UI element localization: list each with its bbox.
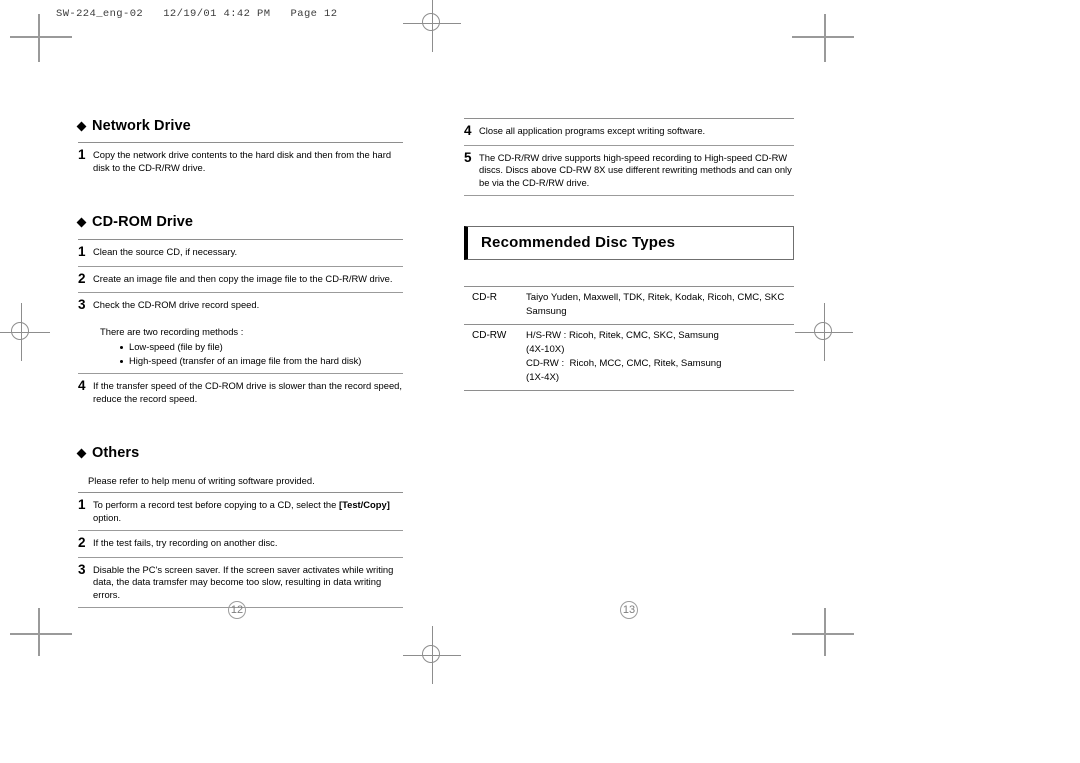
others-note: Please refer to help menu of writing sof… (88, 474, 315, 486)
recommended-disc-types-table: CD-R Taiyo Yuden, Maxwell, TDK, Ritek, K… (464, 286, 794, 391)
list-item-number: 4 (464, 123, 472, 138)
list-item: 4 If the transfer speed of the CD-ROM dr… (78, 374, 403, 411)
table-cell-line: (1X-4X) (526, 371, 560, 383)
page-number-left: 12 (228, 601, 246, 619)
section-heading-others: Others (76, 445, 403, 462)
list-item: 2 Create an image file and then copy the… (78, 267, 403, 293)
registration-mark-vertical (431, 0, 433, 52)
list-item: 3 Check the CD-ROM drive record speed. (78, 293, 403, 319)
diamond-bullet-icon (76, 448, 87, 459)
registration-mark-bottom (403, 626, 461, 684)
list-item-text: If the transfer speed of the CD-ROM driv… (93, 380, 402, 404)
list-item-number: 3 (78, 297, 86, 313)
table-cell-brands: H/S-RW : Ricoh, Ritek, CMC, SKC, Samsung… (526, 329, 794, 385)
list-item-text: Close all application programs except wr… (479, 125, 706, 136)
registration-mark-left (0, 303, 50, 361)
crop-mark-bottom-left-vertical (38, 608, 40, 656)
list-item: High-speed (transfer of an image file fr… (120, 354, 403, 368)
list-item-number: 2 (78, 535, 86, 550)
crop-mark-top-right-horizontal (792, 36, 854, 38)
recommended-disc-types-title-box: Recommended Disc Types (464, 226, 794, 261)
table-cell-line: (4X-10X) (526, 344, 565, 356)
list-item: 1 To perform a record test before copyin… (78, 493, 403, 530)
table-cell-disc-type: CD-R (472, 292, 497, 304)
list-item-number: 1 (78, 147, 86, 163)
page-number-right: 13 (620, 601, 638, 619)
table-cell-line: Samsung (526, 306, 567, 318)
registration-mark-right (795, 303, 853, 361)
right-page-column: 4 Close all application programs except … (464, 118, 794, 391)
crop-mark-top-left-vertical (38, 14, 40, 62)
list-item: Low-speed (file by file) (120, 340, 403, 354)
section-others: Others Please refer to help menu of writ… (76, 445, 403, 609)
registration-mark-top (403, 0, 461, 52)
table-cell-disc-type: CD-RW (472, 330, 507, 342)
list-item-text: Check the CD-ROM drive record speed. (93, 299, 260, 311)
list-item-number: 2 (78, 270, 86, 286)
recording-methods-note: There are two recording methods : (100, 326, 244, 338)
list-item-text-emphasis: [Test/Copy] (338, 499, 390, 511)
list-item-number: 1 (78, 243, 86, 259)
recording-methods-list: Low-speed (file by file) High-speed (tra… (78, 340, 403, 373)
registration-mark-vertical (431, 626, 433, 684)
registration-mark-vertical (20, 303, 22, 361)
table-cell-brands: Taiyo Yuden, Maxwell, TDK, Ritek, Kodak,… (526, 291, 794, 319)
diamond-bullet-icon (76, 217, 87, 228)
list-item-text: Create an image file and then copy the i… (93, 272, 393, 284)
page-title: Recommended Disc Types (481, 234, 676, 252)
list-item: 2 If the test fails, try recording on an… (78, 531, 403, 557)
diamond-bullet-icon (76, 121, 87, 132)
crop-mark-top-left-horizontal (10, 36, 72, 38)
list-item-text: Disable the PC's screen saver. If the sc… (93, 563, 394, 600)
table-row: CD-RW H/S-RW : Ricoh, Ritek, CMC, SKC, S… (464, 325, 794, 391)
crop-mark-bottom-right-vertical (824, 608, 826, 656)
table-cell-line: Taiyo Yuden, Maxwell, TDK, Ritek, Kodak,… (526, 292, 785, 304)
list-item-text-before: To perform a record test before copying … (93, 499, 339, 511)
page-slug: SW-224_eng-02 12/19/01 4:42 PM Page 12 (56, 8, 338, 20)
section-network-drive: Network Drive 1 Copy the network drive c… (76, 118, 403, 180)
section-heading-label: Others (92, 445, 140, 462)
list-item-text: Clean the source CD, if necessary. (93, 245, 238, 257)
registration-mark-vertical (823, 303, 825, 361)
left-page-column: Network Drive 1 Copy the network drive c… (76, 118, 403, 609)
list-item: 1 Copy the network drive contents to the… (78, 143, 403, 180)
list-item: 1 Clean the source CD, if necessary. (78, 240, 403, 266)
list-item: 4 Close all application programs except … (464, 119, 794, 145)
table-cell-line: H/S-RW : Ricoh, Ritek, CMC, SKC, Samsung (526, 330, 719, 342)
list-item-number: 1 (78, 497, 86, 513)
section-heading-cdrom-drive: CD-ROM Drive (76, 214, 403, 231)
list-item-number: 5 (464, 149, 472, 165)
list-item-text: If the test fails, try recording on anot… (93, 537, 278, 548)
crop-mark-bottom-left-horizontal (10, 633, 72, 635)
list-item-text-after: option. (93, 511, 122, 523)
section-heading-label: Network Drive (92, 118, 191, 134)
list-item-number: 4 (78, 378, 86, 394)
crop-mark-bottom-right-horizontal (792, 633, 854, 635)
list-item-text: Copy the network drive contents to the h… (93, 149, 392, 173)
divider (464, 195, 794, 197)
list-item: 5 The CD-R/RW drive supports high-speed … (464, 146, 794, 195)
section-heading-label: CD-ROM Drive (92, 214, 194, 231)
list-item: 3 Disable the PC's screen saver. If the … (78, 558, 403, 607)
table-cell-line: CD-RW : Ricoh, MCC, CMC, Ritek, Samsung (526, 358, 722, 370)
list-item-number: 3 (78, 561, 86, 577)
section-heading-network-drive: Network Drive (76, 118, 403, 135)
table-row: CD-R Taiyo Yuden, Maxwell, TDK, Ritek, K… (464, 287, 794, 326)
section-cdrom-drive: CD-ROM Drive 1 Clean the source CD, if n… (76, 214, 403, 411)
list-item-text: To perform a record test before copying … (93, 497, 403, 524)
list-item-text: The CD-R/RW drive supports high-speed re… (479, 151, 792, 188)
crop-mark-top-right-vertical (824, 14, 826, 62)
registration-mark-horizontal (0, 331, 50, 333)
